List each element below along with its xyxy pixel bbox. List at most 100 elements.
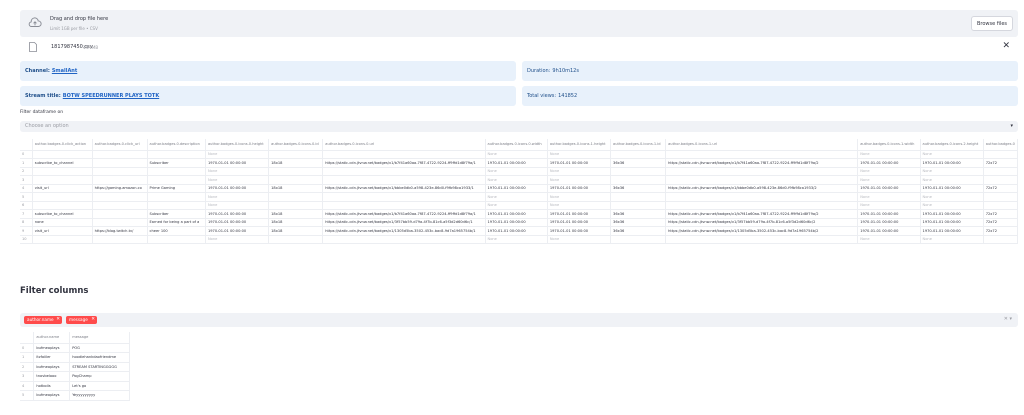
table-cell: None (920, 235, 984, 244)
remove-tag-icon[interactable]: ✕ (56, 316, 60, 324)
column-header[interactable]: message (69, 332, 130, 344)
filter-dataframe-select[interactable]: Choose an option ▾ (20, 121, 1018, 132)
table-cell: bufmeoplays (33, 343, 71, 353)
row-index: 10 (20, 235, 33, 244)
table-cell: 36x36 (610, 218, 667, 227)
row-index: 4 (20, 184, 33, 193)
column-header[interactable]: author.badges.0.click_url (92, 139, 148, 151)
table-cell: subscribe_to_channel (32, 158, 93, 168)
table-cell (32, 201, 93, 210)
column-tag-author-name[interactable]: author.name ✕ (24, 316, 62, 324)
column-tag-message[interactable]: message ✕ (66, 316, 97, 324)
table-cell (92, 175, 148, 185)
table-row[interactable]: 1 itzfaiiler hoodiehankdaofriendme (20, 352, 130, 363)
table-cell (147, 150, 206, 159)
table-cell (147, 192, 206, 202)
table-cell: 18x18 (268, 209, 324, 219)
table-cell: subscribe_to_channel (32, 209, 93, 219)
column-multiselect[interactable]: author.name ✕ message ✕ ✕ ▾ (20, 313, 1018, 327)
table-cell: https://static-cdn.jtvnw.net/badges/v1/3… (322, 218, 486, 227)
table-cell (92, 218, 148, 227)
remove-tag-icon[interactable]: ✕ (91, 316, 95, 324)
table-cell: None (547, 175, 612, 185)
table-cell: None (485, 150, 548, 159)
table-header-row: author.badges.0.click_action author.badge… (20, 139, 1018, 151)
column-header[interactable]: author.name (33, 332, 71, 344)
column-header[interactable]: author.badges.0.icons.1.width (857, 139, 921, 151)
table-cell: 1970-01-01 00:00:00 (920, 184, 984, 193)
table-row[interactable]: 2 None None None None None (20, 167, 1018, 176)
table-cell: Subscriber (147, 158, 206, 168)
index-header[interactable] (20, 139, 33, 151)
table-cell (32, 167, 93, 176)
table-cell (665, 235, 859, 244)
index-header[interactable] (20, 332, 35, 344)
table-row[interactable]: 10 None None None None None (20, 235, 1018, 244)
column-header[interactable]: author.badges.0.icons.0.url (322, 139, 486, 151)
column-header[interactable]: author.badges.0.icons.0.height (205, 139, 270, 151)
table-cell: Yeyyyyyyyyy (69, 390, 130, 401)
table-cell: 1970-01-01 00:00:00 (547, 209, 612, 219)
table-row[interactable]: 0 None None None None None (20, 150, 1018, 159)
table-cell (665, 192, 859, 202)
clear-and-expand-icon[interactable]: ✕ ▾ (1004, 316, 1012, 322)
table-row[interactable]: 7 subscribe_to_channel Subscriber 1970-01-0… (20, 209, 1018, 219)
table-cell: cheer 100 (147, 226, 206, 236)
table-cell: 1970-01-01 00:00:00 (485, 218, 548, 227)
file-dropzone[interactable]: Drag and drop file here Limit 1GB per fi… (20, 10, 1018, 37)
table-row[interactable]: 3 None None None None None (20, 175, 1018, 185)
select-placeholder: Choose an option (25, 123, 69, 129)
table-cell: None (920, 175, 984, 185)
table-cell (268, 201, 324, 210)
table-cell (322, 235, 486, 244)
filtered-dataframe-table[interactable]: author.name message 0 bufmeoplays POG 1 itzfa… (20, 332, 130, 415)
table-row[interactable]: 4 visit_url https://gaming.amazon.co Prime … (20, 184, 1018, 193)
table-row[interactable]: 4 hotboiis Let's go (20, 381, 130, 391)
table-cell (983, 167, 1018, 176)
channel-label: Channel: (25, 68, 50, 74)
table-row[interactable]: 0 bufmeoplays POG (20, 343, 130, 353)
browse-files-button[interactable]: Browse files (971, 16, 1013, 31)
column-header[interactable]: author.badges.0.icons.0.width (485, 139, 548, 151)
table-cell: hotboiis (33, 381, 71, 391)
column-header[interactable]: author.badges.0.icons.1.height (547, 139, 612, 151)
column-header[interactable]: author.badges.0.icons.0.id (268, 139, 324, 151)
table-cell: None (205, 192, 270, 202)
table-row[interactable]: 8 none Earned for being a part of a 1970-01… (20, 218, 1018, 227)
column-header[interactable]: author.badges.0 (983, 139, 1018, 151)
channel-link[interactable]: SmallAnt (52, 68, 77, 74)
chevron-down-icon[interactable]: ▾ (1010, 121, 1013, 132)
table-row[interactable]: 5 bufmeoplays Yeyyyyyyyyy (20, 390, 130, 401)
table-row[interactable]: 5 None None None None None (20, 192, 1018, 202)
table-cell (983, 235, 1018, 244)
table-row[interactable]: 2 bufmeoplays STREAM STARTINGGGGG (20, 362, 130, 372)
table-row[interactable]: 9 visit_url https://blog.twitch.tv/cheer 1… (20, 226, 1018, 236)
close-icon[interactable]: ✕ (1002, 41, 1010, 51)
dropzone-instructions: Drag and drop file here (50, 16, 109, 22)
table-cell: https://static-cdn.jtvnw.net/badges/v1/b… (322, 158, 486, 168)
table-row[interactable]: 1 subscribe_to_channel Subscriber 1970-01-0… (20, 158, 1018, 168)
table-cell: 18x18 (268, 226, 324, 236)
stream-title-link[interactable]: BOTW SPEEDRUNNER PLAYS TOTK (63, 93, 159, 99)
column-header[interactable]: author.badges.0.icons.2.height (920, 139, 984, 151)
table-cell: None (857, 175, 921, 185)
column-header[interactable]: author.badges.0.click_action (32, 139, 93, 151)
table-cell (983, 150, 1018, 159)
table-cell (92, 167, 148, 176)
table-cell: 1970-01-01 00:00:00 (920, 218, 984, 227)
table-cell: None (920, 192, 984, 202)
table-cell (983, 201, 1018, 210)
dataframe-table[interactable]: author.badges.0.click_action author.badge… (20, 139, 1018, 276)
stream-title-label: Stream title: (25, 93, 61, 99)
table-cell: 72x72 (983, 218, 1018, 227)
column-header[interactable]: author.badges.0.icons.1.url (665, 139, 859, 151)
table-row[interactable]: 6 None None None None None (20, 201, 1018, 210)
column-header[interactable]: author.badges.0.icons.1.id (610, 139, 667, 151)
table-cell: None (857, 235, 921, 244)
column-header[interactable]: author.badges.0.description (147, 139, 206, 151)
table-row[interactable]: 3 tnovbelooo PogChamp (20, 371, 130, 382)
table-cell: https://static-cdn.jtvnw.net/badges/v1/b… (665, 158, 859, 168)
column-tag-label: author.name (27, 317, 54, 322)
table-cell: None (547, 167, 612, 176)
table-cell: hoodiehankdaofriendme (69, 352, 130, 363)
